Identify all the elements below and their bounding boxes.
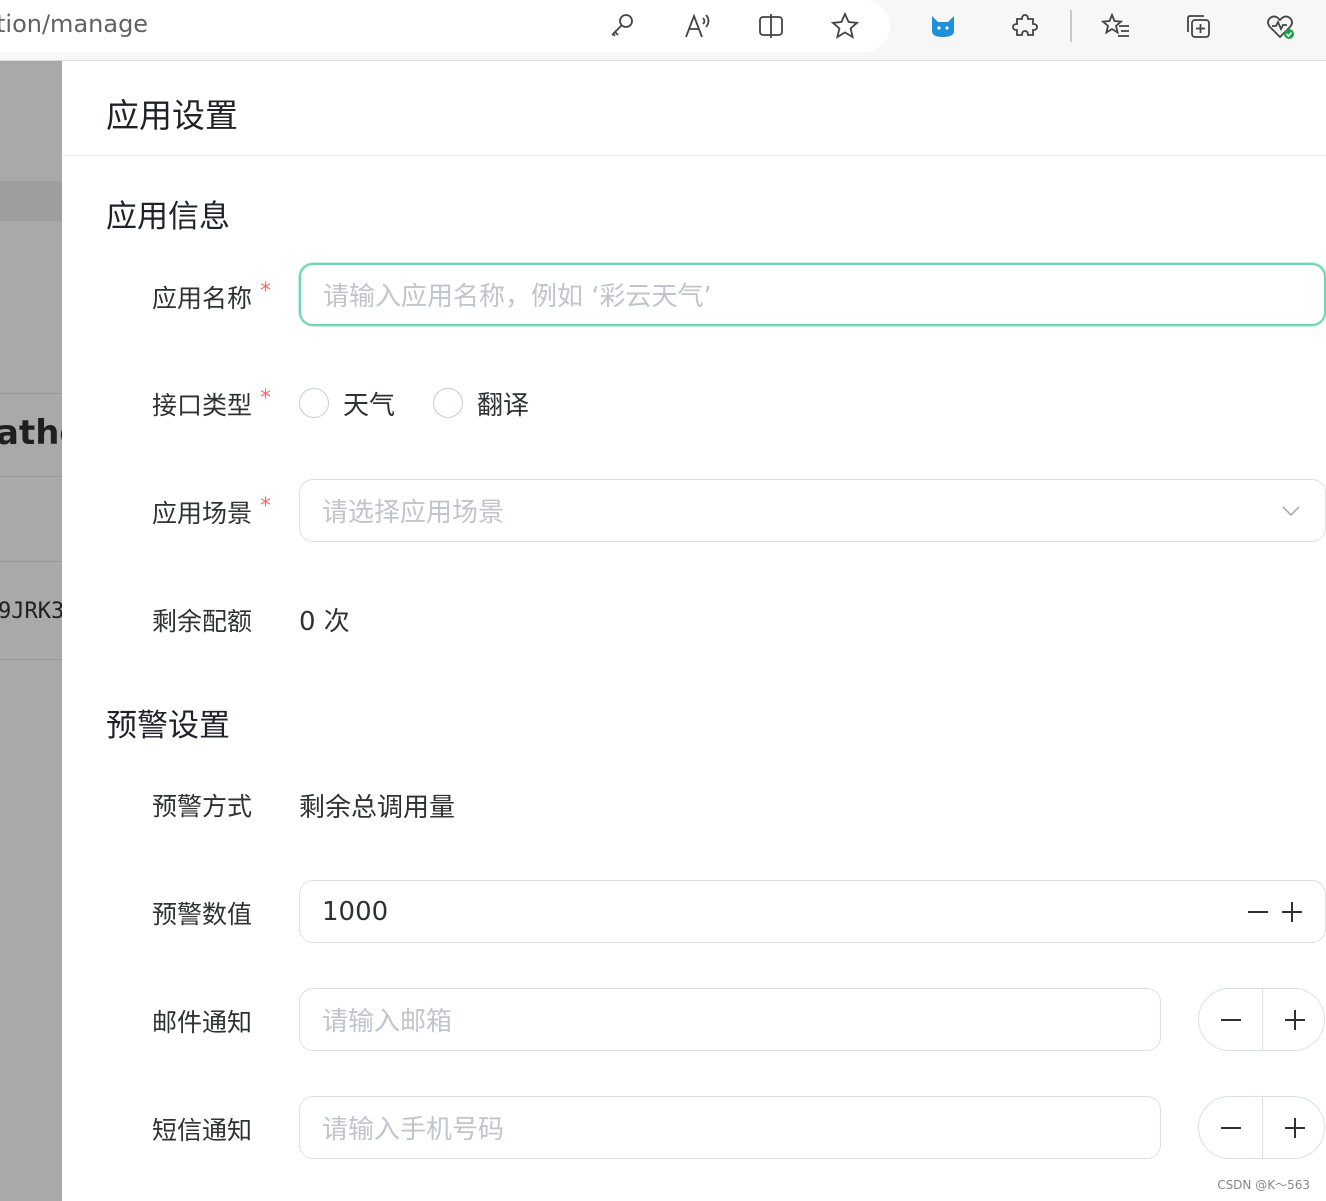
- app-name-input[interactable]: 请输入应用名称，例如 ‘彩云天气’: [299, 263, 1326, 326]
- required-mark: *: [260, 494, 272, 519]
- plus-icon: [1284, 1117, 1305, 1138]
- quota-value: 0 次: [299, 607, 350, 637]
- app-name-placeholder: 请输入应用名称，例如 ‘彩云天气’: [323, 282, 712, 312]
- scene-label-text: 应用场景: [152, 499, 253, 528]
- sms-stepper: [1198, 1096, 1325, 1159]
- background-text-large: athe: [0, 413, 62, 453]
- read-aloud-icon[interactable]: [679, 8, 715, 44]
- quota-label: 剩余配额: [152, 607, 253, 636]
- sms-remove-button[interactable]: [1199, 1097, 1262, 1158]
- split-screen-icon[interactable]: [753, 8, 789, 44]
- section-title-alert: 预警设置: [106, 708, 230, 744]
- background-divider: [0, 476, 62, 477]
- required-mark: *: [260, 386, 272, 411]
- radio-weather-label[interactable]: 天气: [343, 385, 395, 422]
- drawer-title: 应用设置: [106, 96, 238, 135]
- browser-health-icon[interactable]: [1262, 8, 1298, 44]
- chevron-down-icon[interactable]: [1280, 500, 1302, 522]
- scene-select[interactable]: 请选择应用场景: [299, 479, 1326, 542]
- alert-value-text[interactable]: 1000: [322, 897, 388, 927]
- api-type-label-text: 接口类型: [152, 391, 253, 420]
- radio-translate[interactable]: [433, 388, 463, 418]
- toolbar-separator: [1070, 10, 1072, 42]
- sms-notify-label: 短信通知: [152, 1116, 253, 1145]
- email-add-button[interactable]: [1263, 989, 1326, 1050]
- alert-value-input[interactable]: 1000: [299, 880, 1326, 943]
- alert-value-label: 预警数值: [152, 900, 253, 929]
- increase-icon[interactable]: [1280, 900, 1304, 924]
- scene-placeholder: 请选择应用场景: [322, 498, 505, 528]
- sms-add-button[interactable]: [1263, 1097, 1326, 1158]
- alert-method-label: 预警方式: [152, 792, 253, 821]
- address-bar[interactable]: tion/manage: [0, 0, 890, 52]
- key-icon[interactable]: [604, 8, 640, 44]
- section-title-app-info: 应用信息: [106, 199, 230, 235]
- watermark: CSDN @K～563: [1217, 1178, 1310, 1192]
- phone-placeholder: 请输入手机号码: [322, 1115, 505, 1145]
- email-notify-label: 邮件通知: [152, 1008, 253, 1037]
- radio-translate-label[interactable]: 翻译: [477, 385, 529, 422]
- radio-weather[interactable]: [299, 388, 329, 418]
- address-text[interactable]: tion/manage: [0, 10, 148, 38]
- phone-input[interactable]: 请输入手机号码: [299, 1096, 1161, 1159]
- api-type-label: 接口类型 *: [152, 386, 271, 422]
- favorites-list-icon[interactable]: [1098, 8, 1134, 44]
- app-settings-drawer: 应用设置 应用信息 应用名称 * 请输入应用名称，例如 ‘彩云天气’ 接口类型 * …: [62, 61, 1326, 1201]
- minus-icon: [1220, 1018, 1241, 1021]
- email-input[interactable]: 请输入邮箱: [299, 988, 1161, 1051]
- app-name-label-text: 应用名称: [152, 284, 253, 313]
- drawer-header: 应用设置: [62, 61, 1326, 156]
- background-text-small: 9JRK3: [0, 599, 62, 624]
- background-divider: [0, 659, 62, 660]
- required-mark: *: [260, 279, 272, 304]
- plus-icon: [1284, 1009, 1305, 1030]
- background-row: [0, 181, 62, 221]
- background-divider: [0, 393, 62, 394]
- email-stepper: [1198, 988, 1325, 1051]
- background-divider: [0, 561, 62, 562]
- cat-extension-icon[interactable]: [925, 8, 961, 44]
- email-placeholder: 请输入邮箱: [322, 1007, 453, 1037]
- app-name-label: 应用名称 *: [152, 279, 271, 315]
- dimmed-background: athe 9JRK3: [0, 61, 62, 1201]
- favorite-star-icon[interactable]: [827, 8, 863, 44]
- email-remove-button[interactable]: [1199, 989, 1262, 1050]
- minus-icon: [1220, 1126, 1241, 1129]
- decrease-icon[interactable]: [1246, 900, 1270, 924]
- browser-toolbar: tion/manage: [0, 0, 1326, 61]
- alert-method-value: 剩余总调用量: [299, 793, 456, 823]
- extensions-puzzle-icon[interactable]: [1007, 8, 1043, 44]
- collections-icon[interactable]: [1180, 8, 1216, 44]
- scene-label: 应用场景 *: [152, 494, 271, 530]
